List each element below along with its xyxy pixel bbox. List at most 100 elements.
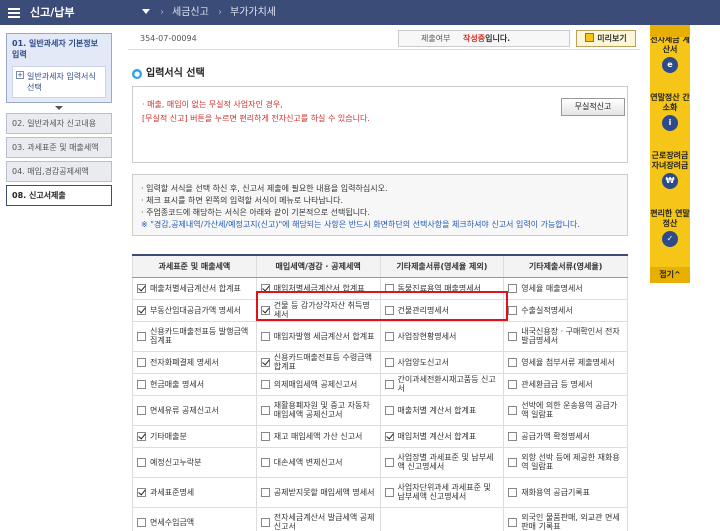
- form-option[interactable]: 건물관리명세서: [384, 305, 500, 315]
- form-option[interactable]: 공제받지못할 매입세액 명세서: [260, 487, 376, 497]
- form-option[interactable]: 내국신용장 · 구매확인서 전자발급명세서: [508, 327, 623, 345]
- step-submit[interactable]: 08. 신고서제출: [6, 185, 112, 206]
- chevron-down-icon[interactable]: [142, 9, 150, 14]
- form-checkbox[interactable]: [384, 357, 394, 367]
- step-purchase-tax[interactable]: 04. 매입,경감공제세액: [6, 161, 112, 182]
- form-checkbox[interactable]: [384, 487, 394, 497]
- form-option[interactable]: 사업장현황명세서: [384, 331, 500, 341]
- form-checkbox[interactable]: [137, 379, 146, 389]
- form-option[interactable]: 면세유류 공제신고서: [137, 405, 252, 415]
- form-checkbox[interactable]: [137, 305, 146, 315]
- form-option[interactable]: 기타매출분: [137, 431, 252, 441]
- form-checkbox[interactable]: [508, 331, 518, 341]
- form-checkbox[interactable]: [508, 357, 518, 367]
- form-checkbox[interactable]: [260, 405, 270, 415]
- form-checkbox[interactable]: [508, 305, 518, 315]
- form-checkbox[interactable]: [508, 283, 518, 293]
- form-checkbox[interactable]: [384, 331, 394, 341]
- form-option[interactable]: 면세수입금액: [137, 517, 252, 527]
- form-label: 재활용폐자원 및 중고 자동차 매입세액 공제신고서: [273, 401, 370, 419]
- form-checkbox[interactable]: [508, 431, 518, 441]
- form-option[interactable]: 부동산임대공급가액 명세서: [137, 305, 252, 315]
- form-option[interactable]: 영세율 매출명세서: [508, 283, 623, 293]
- form-option[interactable]: 예정신고누락분: [137, 457, 252, 467]
- form-checkbox[interactable]: [137, 283, 146, 293]
- form-option[interactable]: 재고 매입세액 가산 신고서: [260, 431, 376, 441]
- column-header: 기타제출서류(영세율 제외): [379, 254, 505, 278]
- form-checkbox[interactable]: [260, 357, 270, 367]
- quick-menu-item[interactable]: 연말정산 간소화 i: [650, 83, 690, 141]
- form-option[interactable]: 외국인 물품판매, 외교관 면세판매 기록표: [508, 513, 623, 531]
- form-option[interactable]: 외항 선박 등에 제공한 재화용역 일람표: [508, 453, 623, 471]
- form-checkbox[interactable]: [137, 331, 146, 341]
- form-option[interactable]: 사업자단위과세 과세표준 및 납부세액 신고명세서: [384, 483, 500, 501]
- form-option[interactable]: 재활용폐자원 및 중고 자동차 매입세액 공제신고서: [260, 401, 376, 419]
- nav-title[interactable]: 신고/납부: [30, 0, 75, 25]
- form-checkbox[interactable]: [508, 487, 518, 497]
- breadcrumb-tax-filing[interactable]: 세금신고: [172, 0, 209, 25]
- form-checkbox[interactable]: [260, 379, 270, 389]
- form-option[interactable]: 사업장별 과세표준 및 납부세액 신고명세서: [384, 453, 500, 471]
- step-report-content[interactable]: 02. 일반과세자 신고내용: [6, 113, 112, 134]
- form-checkbox[interactable]: [508, 457, 518, 467]
- form-option[interactable]: 수출실적명세서: [508, 305, 623, 315]
- guide-line-note: ※ "경감,공제내역/가산세/예정고지(신고)"에 해당되는 사항은 반드시 화…: [141, 220, 580, 229]
- form-checkbox[interactable]: [260, 431, 270, 441]
- form-option[interactable]: 신용카드매출전표등 수령금액 합계표: [260, 353, 376, 371]
- form-checkbox[interactable]: [137, 517, 146, 527]
- form-option[interactable]: 전자세금계산서 발급세액 공제신고서: [260, 513, 376, 531]
- form-checkbox[interactable]: [384, 283, 394, 293]
- form-option[interactable]: 선박에 의한 운송용역 공급가액 일람표: [508, 401, 623, 419]
- form-option[interactable]: 매출처별세금계산서 합계표: [137, 283, 252, 293]
- form-option[interactable]: 간이과세전환시재고품등 신고서: [384, 375, 500, 393]
- form-option[interactable]: 매입처별 계산서 합계표: [384, 431, 500, 441]
- form-checkbox[interactable]: [260, 487, 270, 497]
- form-checkbox[interactable]: [260, 517, 270, 527]
- form-checkbox[interactable]: [137, 487, 146, 497]
- form-checkbox[interactable]: [260, 305, 270, 315]
- form-checkbox[interactable]: [260, 457, 270, 467]
- form-option[interactable]: 과세표준명세: [137, 487, 252, 497]
- form-cell: 대손세액 변제신고서: [255, 446, 381, 478]
- form-option[interactable]: 매입처별세금계산서 합계표: [260, 283, 376, 293]
- form-checkbox[interactable]: [260, 283, 270, 293]
- form-option[interactable]: 재화용역 공급기록표: [508, 487, 623, 497]
- quick-menu-item[interactable]: 편리한 연말정산 ✓: [650, 199, 690, 257]
- form-option[interactable]: 의제매입세액 공제신고서: [260, 379, 376, 389]
- form-cell: 면세수입금액: [132, 506, 257, 531]
- form-option[interactable]: 관세환급금 등 명세서: [508, 379, 623, 389]
- preview-button[interactable]: 미리보기: [576, 30, 636, 47]
- form-checkbox[interactable]: [137, 357, 146, 367]
- form-option[interactable]: 신용카드매출전표등 발행금액 집계표: [137, 327, 252, 345]
- form-option[interactable]: 대손세액 변제신고서: [260, 457, 376, 467]
- form-option[interactable]: 현금매출 명세서: [137, 379, 252, 389]
- form-checkbox[interactable]: [384, 379, 394, 389]
- form-checkbox[interactable]: [508, 517, 518, 527]
- form-option[interactable]: 건물 등 감가상각자산 취득명세서: [260, 301, 376, 319]
- collapse-button[interactable]: 접기^: [650, 267, 690, 283]
- form-checkbox[interactable]: [384, 305, 394, 315]
- step-basic-info[interactable]: 01. 일반과세자 기본정보 입력 + 일반과세자 입력서식 선택: [6, 33, 112, 103]
- hamburger-menu-icon[interactable]: [8, 8, 20, 18]
- form-option[interactable]: 전자화폐결제 명세서: [137, 357, 252, 367]
- form-checkbox[interactable]: [508, 405, 518, 415]
- form-option[interactable]: 공급가액 확정명세서: [508, 431, 623, 441]
- form-checkbox[interactable]: [137, 457, 146, 467]
- form-checkbox[interactable]: [384, 457, 394, 467]
- form-option[interactable]: 사업양도신고서: [384, 357, 500, 367]
- form-checkbox[interactable]: [137, 431, 146, 441]
- form-option[interactable]: 매출처별 계산서 합계표: [384, 405, 500, 415]
- form-checkbox[interactable]: [137, 405, 146, 415]
- form-option[interactable]: 매입자발행 세금계산서 합계표: [260, 331, 376, 341]
- breadcrumb-vat[interactable]: 부가가치세: [230, 0, 276, 25]
- form-checkbox[interactable]: [260, 331, 270, 341]
- form-checkbox[interactable]: [508, 379, 518, 389]
- quick-menu-item[interactable]: 근로장려금 자녀장려금 ₩: [650, 141, 690, 199]
- form-option[interactable]: 영세율 첨부서류 제출명세서: [508, 357, 623, 367]
- no-activity-report-button[interactable]: 무실적신고: [561, 98, 625, 116]
- form-checkbox[interactable]: [384, 431, 394, 441]
- step-tax-base[interactable]: 03. 과세표준 및 매출세액: [6, 137, 112, 158]
- form-option[interactable]: 동물진료용역 매출명세서: [384, 283, 500, 293]
- step-sub-form-select[interactable]: + 일반과세자 입력서식 선택: [12, 66, 106, 98]
- form-checkbox[interactable]: [384, 405, 394, 415]
